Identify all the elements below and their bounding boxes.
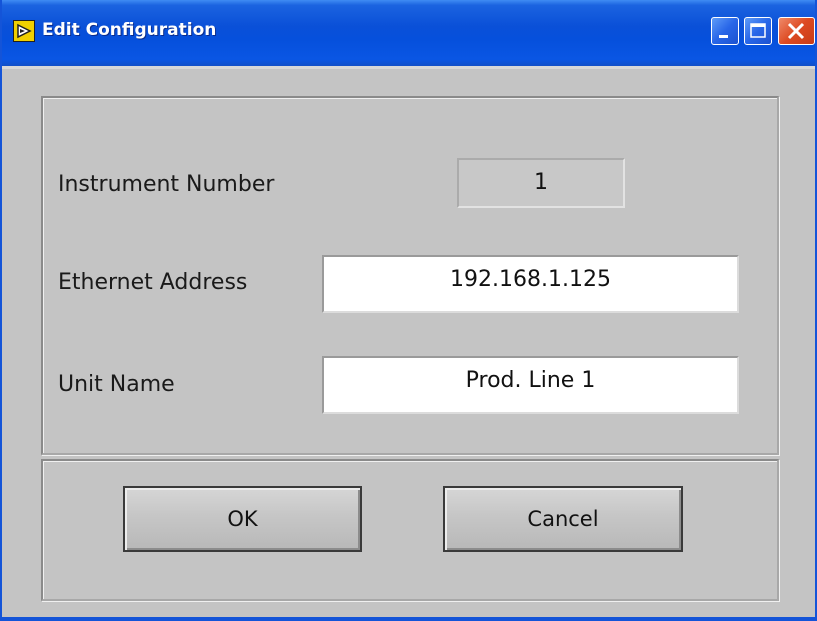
ethernet-address-field[interactable]: 192.168.1.125: [322, 255, 739, 313]
minimize-icon: [719, 35, 728, 38]
close-icon: [787, 22, 805, 40]
unit-name-label: Unit Name: [58, 372, 175, 397]
maximize-icon: [750, 23, 766, 38]
edit-configuration-window: Edit Configuration Instrument Number 1 E…: [0, 0, 817, 621]
instrument-number-indicator: 1: [457, 158, 625, 208]
ok-button[interactable]: OK: [123, 486, 362, 552]
labview-app-icon: [13, 20, 35, 42]
window-title: Edit Configuration: [42, 20, 217, 40]
title-divider: [2, 66, 815, 69]
title-bar[interactable]: Edit Configuration: [2, 0, 815, 66]
ethernet-address-label: Ethernet Address: [58, 270, 248, 295]
minimize-button[interactable]: [711, 17, 739, 45]
cancel-button[interactable]: Cancel: [443, 486, 683, 552]
instrument-number-label: Instrument Number: [58, 172, 275, 197]
unit-name-field[interactable]: Prod. Line 1: [322, 356, 739, 414]
close-button[interactable]: [778, 17, 815, 45]
maximize-button[interactable]: [744, 17, 772, 45]
